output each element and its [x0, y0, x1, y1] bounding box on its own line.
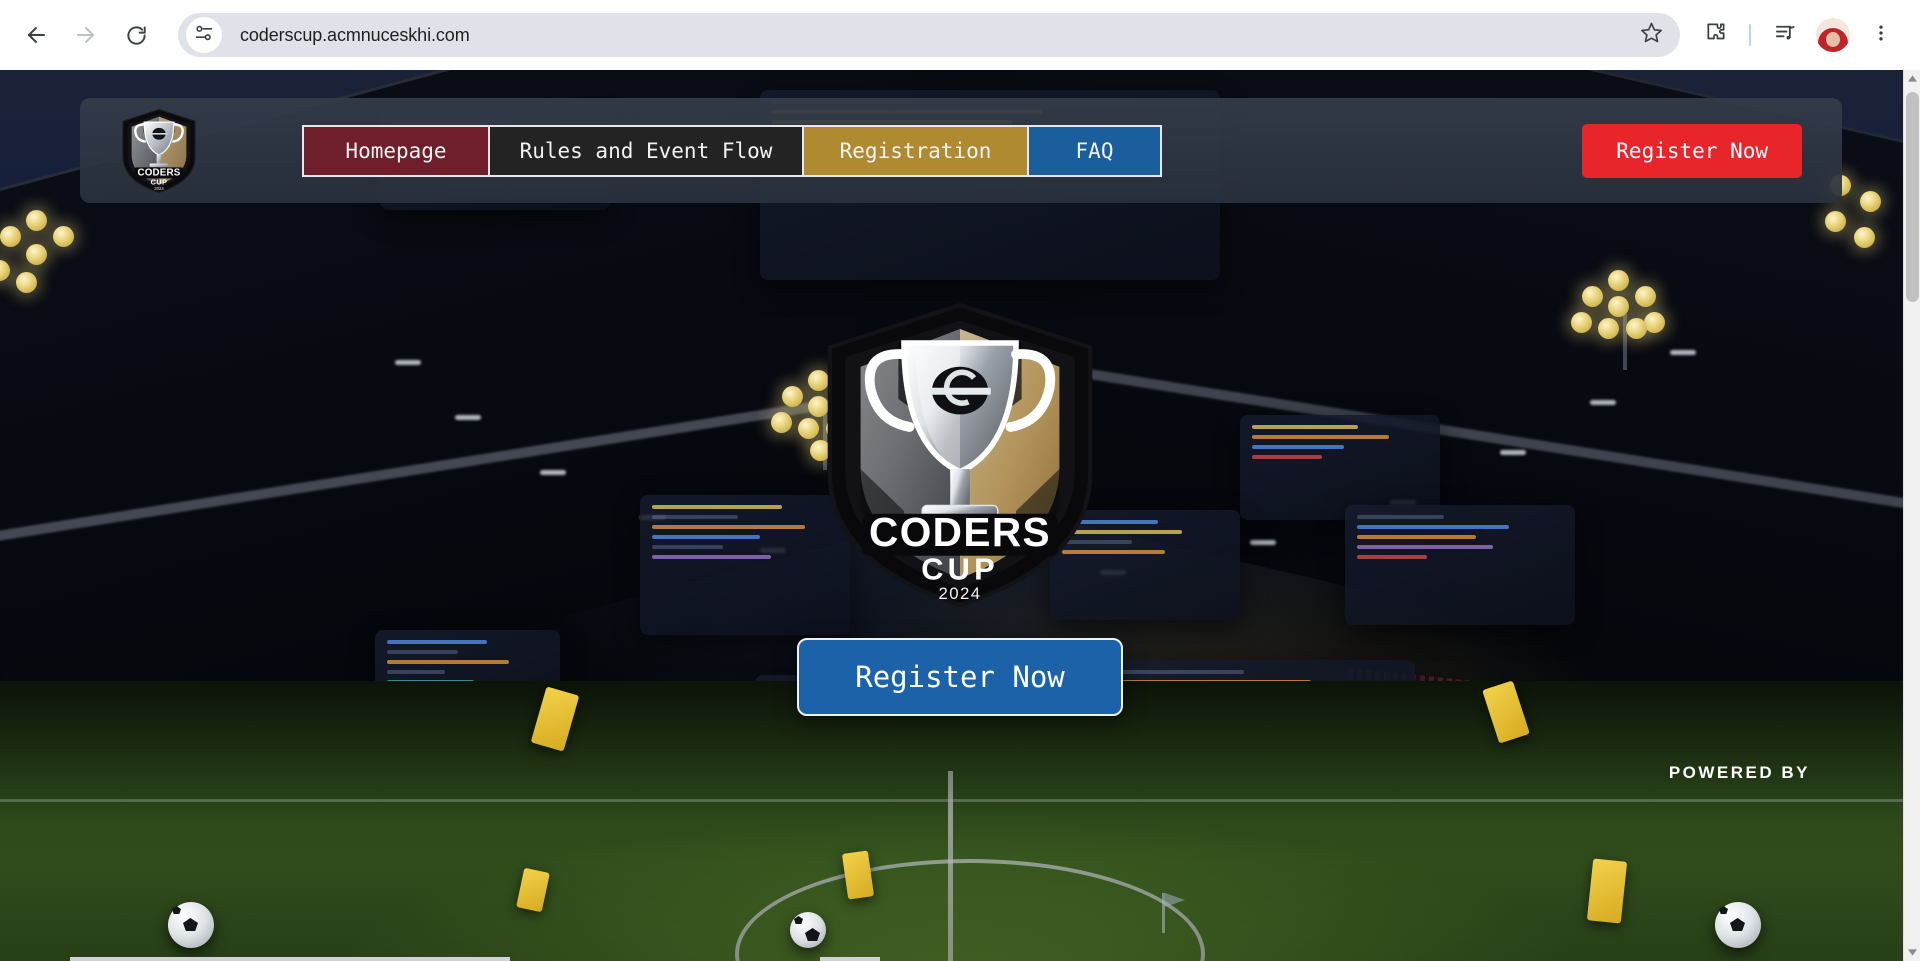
nav-tab-registration[interactable]: Registration — [804, 126, 1029, 175]
site-settings-button[interactable] — [186, 17, 222, 53]
chevron-down-icon — [1908, 949, 1917, 956]
three-dot-menu-icon — [1871, 23, 1891, 48]
svg-text:2024: 2024 — [154, 186, 164, 191]
forward-arrow-icon — [74, 23, 98, 47]
code-panel — [1345, 505, 1575, 625]
pitch-shading — [0, 681, 1920, 961]
browser-status-strip — [70, 957, 510, 961]
floodlight-cluster — [1560, 270, 1690, 380]
nav-tab-label: Rules and Event Flow — [519, 138, 773, 163]
coders-cup-shield-logo: CODERS CUP 2024 — [827, 302, 1093, 608]
page-viewport: CODERS CUP 2024 Homepage Rules and Event… — [0, 70, 1920, 961]
tune-sliders-icon — [194, 23, 214, 48]
back-arrow-icon — [24, 23, 48, 47]
profile-avatar[interactable] — [1816, 18, 1850, 52]
svg-text:CUP: CUP — [151, 177, 168, 186]
media-playlist-icon — [1774, 21, 1797, 49]
browser-status-strip-secondary — [820, 957, 880, 961]
hero-logo: CODERS CUP 2024 — [820, 300, 1100, 610]
svg-text:CODERS: CODERS — [138, 167, 181, 178]
floodlight-cluster — [0, 210, 108, 320]
powered-by-label: POWERED BY — [1668, 763, 1810, 782]
hero-section: CODERS CUP 2024 Register Now — [680, 300, 1240, 716]
site-logo[interactable]: CODERS CUP 2024 — [116, 108, 202, 194]
yellow-card — [1586, 858, 1628, 924]
football-pitch — [0, 681, 1920, 961]
media-control-button[interactable] — [1765, 15, 1805, 55]
toolbar-actions — [1690, 15, 1906, 55]
vertical-scrollbar-thumb[interactable] — [1906, 92, 1919, 302]
star-icon — [1640, 21, 1663, 49]
reload-icon — [125, 24, 148, 47]
reload-button[interactable] — [114, 13, 158, 57]
scrollbar-down-arrow[interactable] — [1904, 944, 1920, 961]
nav-tab-homepage[interactable]: Homepage — [304, 126, 490, 175]
hero-register-now-button[interactable]: Register Now — [797, 638, 1123, 716]
back-button[interactable] — [14, 13, 58, 57]
bookmark-button[interactable] — [1630, 14, 1672, 56]
svg-text:CODERS: CODERS — [869, 509, 1051, 555]
nav-tab-label: Homepage — [345, 138, 447, 163]
avatar-face — [1826, 31, 1840, 47]
roof-light — [395, 360, 421, 365]
nav-tab-rules-and-event-flow[interactable]: Rules and Event Flow — [490, 126, 804, 175]
roof-light — [1590, 400, 1616, 405]
nav-tab-faq[interactable]: FAQ — [1029, 126, 1160, 175]
scrollbar-up-arrow[interactable] — [1904, 70, 1920, 87]
browser-toolbar: coderscup.acmnuceskhi.com — [0, 0, 1920, 70]
url-text[interactable]: coderscup.acmnuceskhi.com — [222, 25, 1630, 46]
toolbar-divider — [1749, 24, 1751, 46]
soccer-ball — [168, 902, 214, 948]
soccer-ball — [1715, 902, 1761, 948]
roof-light — [1500, 450, 1526, 455]
roof-light — [540, 470, 566, 475]
svg-text:2024: 2024 — [939, 584, 982, 603]
svg-text:CUP: CUP — [921, 552, 999, 587]
chrome-menu-button[interactable] — [1861, 15, 1901, 55]
navbar-register-now-button[interactable]: Register Now — [1582, 123, 1802, 178]
corner-flag — [1162, 893, 1165, 933]
puzzle-piece-icon — [1704, 21, 1727, 49]
coders-cup-shield-logo: CODERS CUP 2024 — [122, 108, 196, 193]
soccer-ball — [790, 912, 826, 948]
nav-tab-label: FAQ — [1075, 138, 1114, 163]
address-bar[interactable]: coderscup.acmnuceskhi.com — [178, 13, 1680, 57]
site-nav-tabs: Homepage Rules and Event Flow Registrati… — [302, 124, 1162, 177]
roof-light — [455, 415, 481, 420]
extensions-button[interactable] — [1695, 15, 1735, 55]
chevron-up-icon — [1908, 75, 1917, 82]
vertical-scrollbar[interactable] — [1903, 70, 1920, 961]
forward-button[interactable] — [64, 13, 108, 57]
roof-light — [1250, 540, 1276, 545]
site-navbar: CODERS CUP 2024 Homepage Rules and Event… — [80, 98, 1842, 203]
nav-tab-label: Registration — [839, 138, 992, 163]
